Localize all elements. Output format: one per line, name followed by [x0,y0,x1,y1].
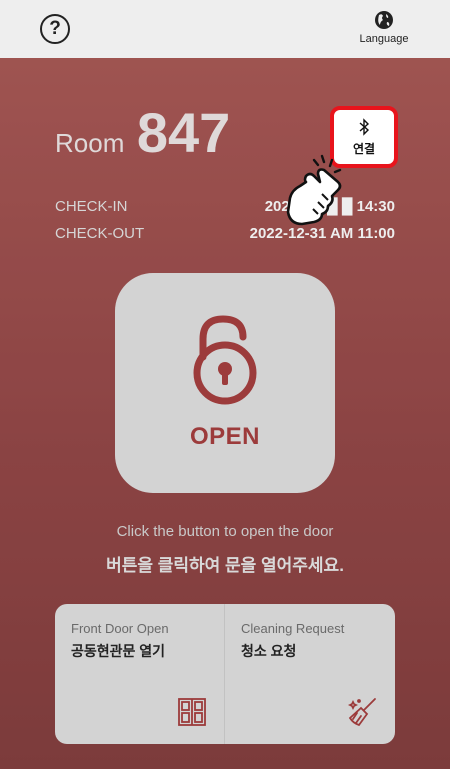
checkin-label: CHECK-IN [55,198,128,215]
front-door-sub-label: Front Door Open [71,621,169,636]
language-button[interactable]: Language [356,10,412,45]
unlocked-padlock-icon [193,315,257,405]
cleaning-request-button[interactable]: Cleaning Request 청소 요청 [225,604,395,744]
language-label: Language [359,33,409,45]
room-heading: Room 847 [55,100,230,165]
hint-english: Click the button to open the door [116,523,334,540]
top-bar: ? Language [0,0,450,58]
globe-icon [375,11,393,29]
double-door-icon [178,698,206,726]
action-panel: Front Door Open 공동현관문 열기 Cleaning Reques… [55,604,395,744]
checkout-label: CHECK-OUT [55,225,145,242]
hint-korean: 버튼을 클릭하여 문을 열어주세요. [106,556,344,575]
front-door-main-label: 공동현관문 열기 [71,643,166,659]
help-symbol: ? [49,18,61,39]
bluetooth-icon [359,118,370,136]
room-label: Room [55,128,125,158]
question-circle-icon[interactable]: ? [40,14,70,44]
pointing-hand-icon [286,154,342,226]
front-door-open-button[interactable]: Front Door Open 공동현관문 열기 [55,604,225,744]
checkout-row: CHECK-OUT 2022-12-31 AM 11:00 [55,225,395,245]
cleaning-main-label: 청소 요청 [241,643,297,659]
open-label: OPEN [189,423,260,450]
cleaning-sub-label: Cleaning Request [241,621,345,636]
open-door-button[interactable]: OPEN [115,273,335,493]
cleaning-broom-icon [347,698,376,727]
room-number: 847 [136,101,231,164]
